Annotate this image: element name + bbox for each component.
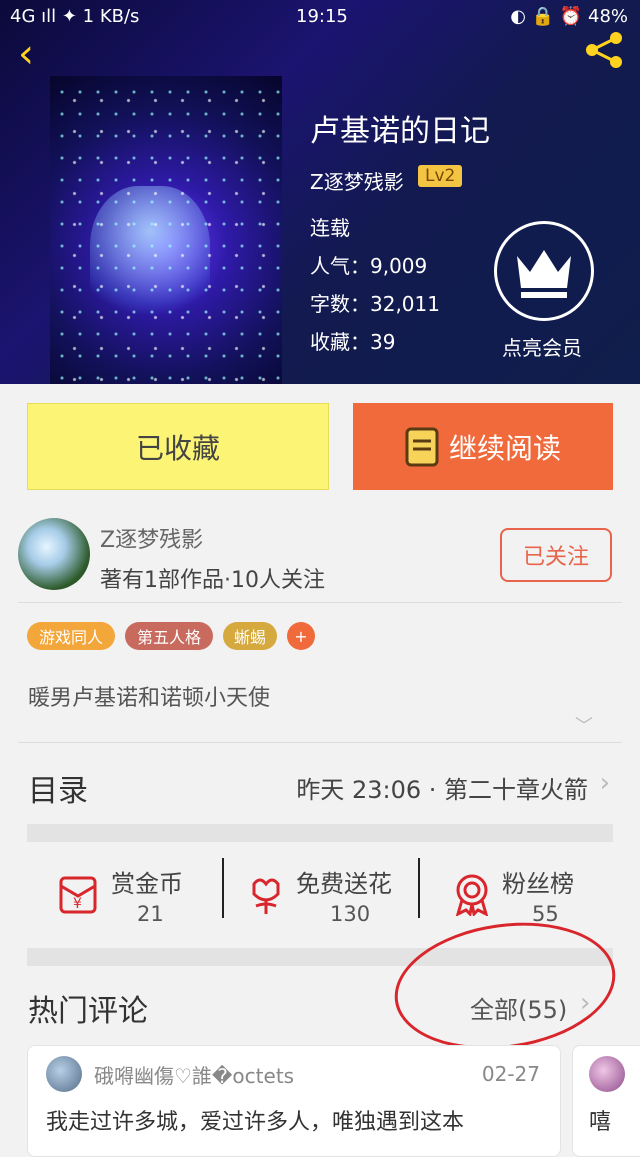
medal-icon xyxy=(455,874,489,916)
comment-date: 02-27 xyxy=(481,1062,540,1086)
red-envelope-icon: ¥ xyxy=(59,876,97,914)
tag-label: 游戏同人 xyxy=(38,628,103,647)
stat-value: 21 xyxy=(137,902,164,926)
section-gap xyxy=(27,824,613,842)
tag-game-fanfic[interactable]: 游戏同人 xyxy=(27,622,115,650)
toc-title: 目录 xyxy=(28,774,88,809)
book-title: 卢基诺的日记 xyxy=(310,114,490,149)
flower-icon xyxy=(252,878,280,914)
book-popularity: 人气：9,009 xyxy=(310,254,428,278)
comment-text: 我走过许多城，爱过许多人，唯独遇到这本 xyxy=(46,1110,465,1135)
stat-label: 粉丝榜 xyxy=(502,870,574,898)
divider xyxy=(18,602,622,603)
add-tag-label: + xyxy=(294,626,308,646)
divider xyxy=(18,742,622,743)
tag-label: 第五人格 xyxy=(136,628,201,647)
status-left: 4G ıll ✦ 1 KB/s xyxy=(10,6,140,27)
author-row[interactable]: Z逐梦残影 著有1部作品·10人关注 已关注 xyxy=(0,510,640,602)
book-description: 暖男卢基诺和诺顿小天使 xyxy=(28,686,271,711)
svg-text:¥: ¥ xyxy=(73,896,82,912)
follow-label: 已关注 xyxy=(522,545,589,570)
member-button[interactable] xyxy=(494,221,594,321)
status-time: 19:15 xyxy=(296,6,348,27)
favorited-button[interactable]: 已收藏 xyxy=(27,403,329,490)
continue-reading-label: 继续阅读 xyxy=(448,431,561,465)
share-icon[interactable] xyxy=(580,30,628,70)
avatar[interactable] xyxy=(46,1056,82,1092)
status-bar: 4G ıll ✦ 1 KB/s 19:15 ◐ 🔒 ⏰ 48% xyxy=(0,0,640,34)
add-tag-button[interactable]: + xyxy=(287,622,315,650)
tag-lizard[interactable]: 蜥蜴 xyxy=(223,622,277,650)
stat-label: 免费送花 xyxy=(296,870,392,898)
author-name[interactable]: Z逐梦残影 xyxy=(100,522,203,554)
back-icon[interactable]: ‹ xyxy=(18,34,58,74)
comment-card[interactable]: 嘻 xyxy=(572,1045,640,1157)
stat-value: 130 xyxy=(330,902,371,926)
stat-free-flowers[interactable]: 免费送花 130 xyxy=(224,842,418,954)
status-right: ◐ 🔒 ⏰ 48% xyxy=(510,6,628,27)
comment-text: 嘻 xyxy=(589,1110,612,1135)
crown-icon xyxy=(517,250,571,298)
avatar[interactable] xyxy=(589,1056,625,1092)
stat-reward-coins[interactable]: ¥ 赏金币 21 xyxy=(27,842,222,954)
book-word-count: 字数：32,011 xyxy=(310,292,440,316)
book-favorites: 收藏：39 xyxy=(310,330,396,354)
hot-comments-title: 热门评论 xyxy=(28,994,148,1029)
continue-reading-button[interactable]: 继续阅读 xyxy=(353,403,613,490)
tag-label: 蜥蜴 xyxy=(233,628,266,647)
chevron-right-icon[interactable]: › xyxy=(600,768,610,798)
avatar[interactable] xyxy=(18,518,90,590)
toc-row[interactable]: 目录 昨天 23:06 · 第二十章火箭 › xyxy=(0,748,640,820)
author-subtitle: 著有1部作品·10人关注 xyxy=(100,568,325,593)
book-header: 4G ıll ✦ 1 KB/s 19:15 ◐ 🔒 ⏰ 48% ‹ 卢基诺的日记… xyxy=(0,0,640,384)
stat-label: 赏金币 xyxy=(111,870,183,898)
comment-author[interactable]: 硪嘚幽傷♡誰�octets xyxy=(94,1060,294,1089)
book-status: 连载 xyxy=(310,216,350,240)
author-level-badge: Lv2 xyxy=(418,165,463,187)
chevron-down-icon[interactable]: ﹀ xyxy=(575,712,593,738)
follow-button[interactable]: 已关注 xyxy=(500,528,612,582)
favorited-label: 已收藏 xyxy=(135,431,220,465)
member-label[interactable]: 点亮会员 xyxy=(502,332,582,361)
toc-latest-chapter[interactable]: 昨天 23:06 · 第二十章火箭 xyxy=(296,770,588,805)
book-cover[interactable] xyxy=(50,76,282,384)
comment-card[interactable]: 硪嘚幽傷♡誰�octets 02-27 我走过许多城，爱过许多人，唯独遇到这本 xyxy=(27,1045,561,1157)
tag-identity-v[interactable]: 第五人格 xyxy=(125,622,213,650)
book-author[interactable]: Z逐梦残影 xyxy=(310,166,404,195)
book-icon xyxy=(405,427,439,466)
